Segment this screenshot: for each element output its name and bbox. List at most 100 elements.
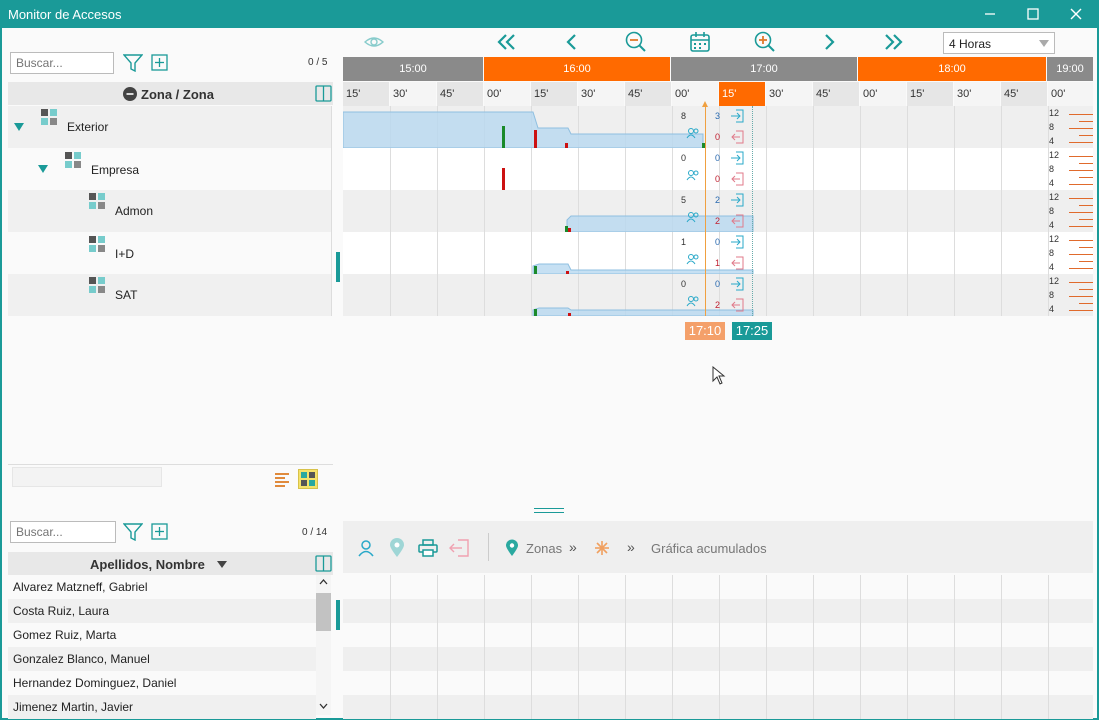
person-row[interactable]: Hernandez Dominguez, Daniel	[8, 671, 316, 695]
eye-icon[interactable]	[363, 34, 385, 53]
horizontal-splitter[interactable]	[534, 508, 564, 513]
grid-line	[719, 695, 720, 719]
minute-cell: 00'	[672, 82, 718, 106]
person-timeline-row[interactable]	[343, 575, 1093, 599]
exit-icon[interactable]	[449, 539, 469, 560]
panel-toggle-icon[interactable]	[315, 85, 332, 105]
scale-tick-line	[1069, 184, 1093, 185]
last-page-icon[interactable]	[883, 33, 903, 54]
current-time-line[interactable]	[705, 104, 706, 316]
scale-tick-label: 4	[1049, 304, 1055, 314]
zoom-in-icon[interactable]	[754, 31, 776, 56]
person-row[interactable]: Gonzalez Blanco, Manuel	[8, 647, 316, 671]
list-view-icon[interactable]	[274, 471, 290, 490]
splitter-handle[interactable]	[336, 252, 340, 282]
people-search-input[interactable]	[10, 521, 116, 543]
print-icon[interactable]	[418, 539, 438, 560]
person-timeline-row[interactable]	[343, 623, 1093, 647]
filter-icon[interactable]	[122, 523, 144, 544]
grid-line	[390, 695, 391, 719]
location-pin-icon[interactable]	[389, 538, 405, 561]
zones-pin-icon	[505, 539, 519, 560]
scale-tick-line	[1069, 114, 1093, 115]
timeline-row[interactable]: 0 0 0 12 8 4	[343, 148, 1093, 190]
timeline-row[interactable]: 8 3 0 12 8 4	[343, 106, 1093, 148]
zone-row-admon[interactable]: Admon	[8, 190, 331, 232]
previous-icon[interactable]	[565, 33, 579, 54]
out-counter: 0	[715, 132, 721, 142]
person-row[interactable]: Costa Ruiz, Laura	[8, 599, 316, 623]
scale-tick-line	[1069, 226, 1093, 227]
minute-cell: 00'	[484, 82, 530, 106]
grid-line	[672, 623, 673, 647]
zone-search-input[interactable]	[10, 52, 114, 74]
zone-column-header[interactable]: Zona / Zona	[8, 82, 333, 105]
minimize-button[interactable]	[968, 0, 1012, 28]
range-end-line	[752, 106, 753, 316]
tree-view-icon[interactable]	[298, 469, 318, 489]
person-timeline-row[interactable]	[343, 671, 1093, 695]
next-icon[interactable]	[822, 33, 836, 54]
grid-line	[672, 695, 673, 719]
person-row[interactable]: Jimenez Martin, Javier	[8, 695, 316, 719]
grid-line	[860, 148, 861, 190]
people-column-header[interactable]: Apellidos, Nombre	[8, 552, 333, 575]
timeline-row[interactable]: 0 0 2 12 8 4	[343, 274, 1093, 316]
hour-cell: 19:00	[1047, 57, 1093, 81]
grid-line	[437, 647, 438, 671]
breadcrumb-zones[interactable]: Zonas	[526, 541, 562, 556]
add-zone-icon[interactable]	[151, 54, 168, 74]
breadcrumb-chart[interactable]: Gráfica acumulados	[651, 541, 767, 556]
grid-line	[813, 575, 814, 599]
grid-line	[390, 599, 391, 623]
person-timeline-row[interactable]	[343, 599, 1093, 623]
exit-icon	[730, 214, 744, 231]
scale-tick-line	[1069, 254, 1093, 255]
grid-line	[1001, 599, 1002, 623]
expand-arrow-icon[interactable]	[38, 165, 48, 173]
grid-line	[484, 671, 485, 695]
add-person-icon[interactable]	[151, 523, 168, 543]
scale-tick-label: 8	[1049, 164, 1055, 174]
access-event-bar	[568, 313, 571, 316]
timeline-row[interactable]: 1 0 1 12 8 4	[343, 232, 1093, 274]
asterisk-icon[interactable]	[594, 540, 610, 559]
scale-tick-label: 8	[1049, 122, 1055, 132]
close-button[interactable]	[1054, 0, 1098, 28]
filter-icon[interactable]	[122, 54, 144, 75]
scrollbar-thumb[interactable]	[316, 593, 331, 631]
zoom-out-icon[interactable]	[625, 31, 647, 56]
panel-toggle-icon[interactable]	[315, 555, 332, 575]
first-page-icon[interactable]	[497, 33, 517, 54]
maximize-button[interactable]	[1011, 0, 1055, 28]
range-select[interactable]: 4 Horas	[943, 32, 1055, 54]
cursor-time-badge: 17:10	[685, 322, 725, 340]
exit-icon	[730, 256, 744, 273]
minute-cell: 30'	[578, 82, 624, 106]
calendar-icon[interactable]	[689, 31, 711, 56]
timeline-row[interactable]: 5 2 2 12 8 4	[343, 190, 1093, 232]
grid-line	[907, 575, 908, 599]
person-icon[interactable]	[357, 539, 375, 560]
zone-row-exterior[interactable]: Exterior	[8, 106, 331, 148]
person-timeline-row[interactable]	[343, 647, 1093, 671]
grid-line	[907, 148, 908, 190]
people-scrollbar[interactable]	[316, 575, 331, 715]
zone-row-id[interactable]: I+D	[8, 232, 331, 274]
zone-row-sat[interactable]: SAT	[8, 274, 331, 316]
grid-line	[954, 575, 955, 599]
person-row[interactable]: Gomez Ruiz, Marta	[8, 623, 316, 647]
expand-arrow-icon[interactable]	[14, 123, 24, 131]
collapse-all-icon[interactable]	[123, 87, 137, 101]
splitter-handle[interactable]	[336, 600, 340, 630]
person-row[interactable]: Alvarez Matzneff, Gabriel	[8, 575, 316, 599]
access-event-bar	[502, 168, 505, 190]
scale-minor-tick	[1079, 219, 1093, 220]
grid-line	[860, 695, 861, 719]
zone-icon	[89, 193, 105, 209]
scroll-up-icon	[319, 579, 328, 585]
sort-desc-icon[interactable]	[217, 561, 227, 568]
grid-line	[484, 647, 485, 671]
zone-row-empresa[interactable]: Empresa	[8, 148, 331, 190]
person-timeline-row[interactable]	[343, 695, 1093, 719]
